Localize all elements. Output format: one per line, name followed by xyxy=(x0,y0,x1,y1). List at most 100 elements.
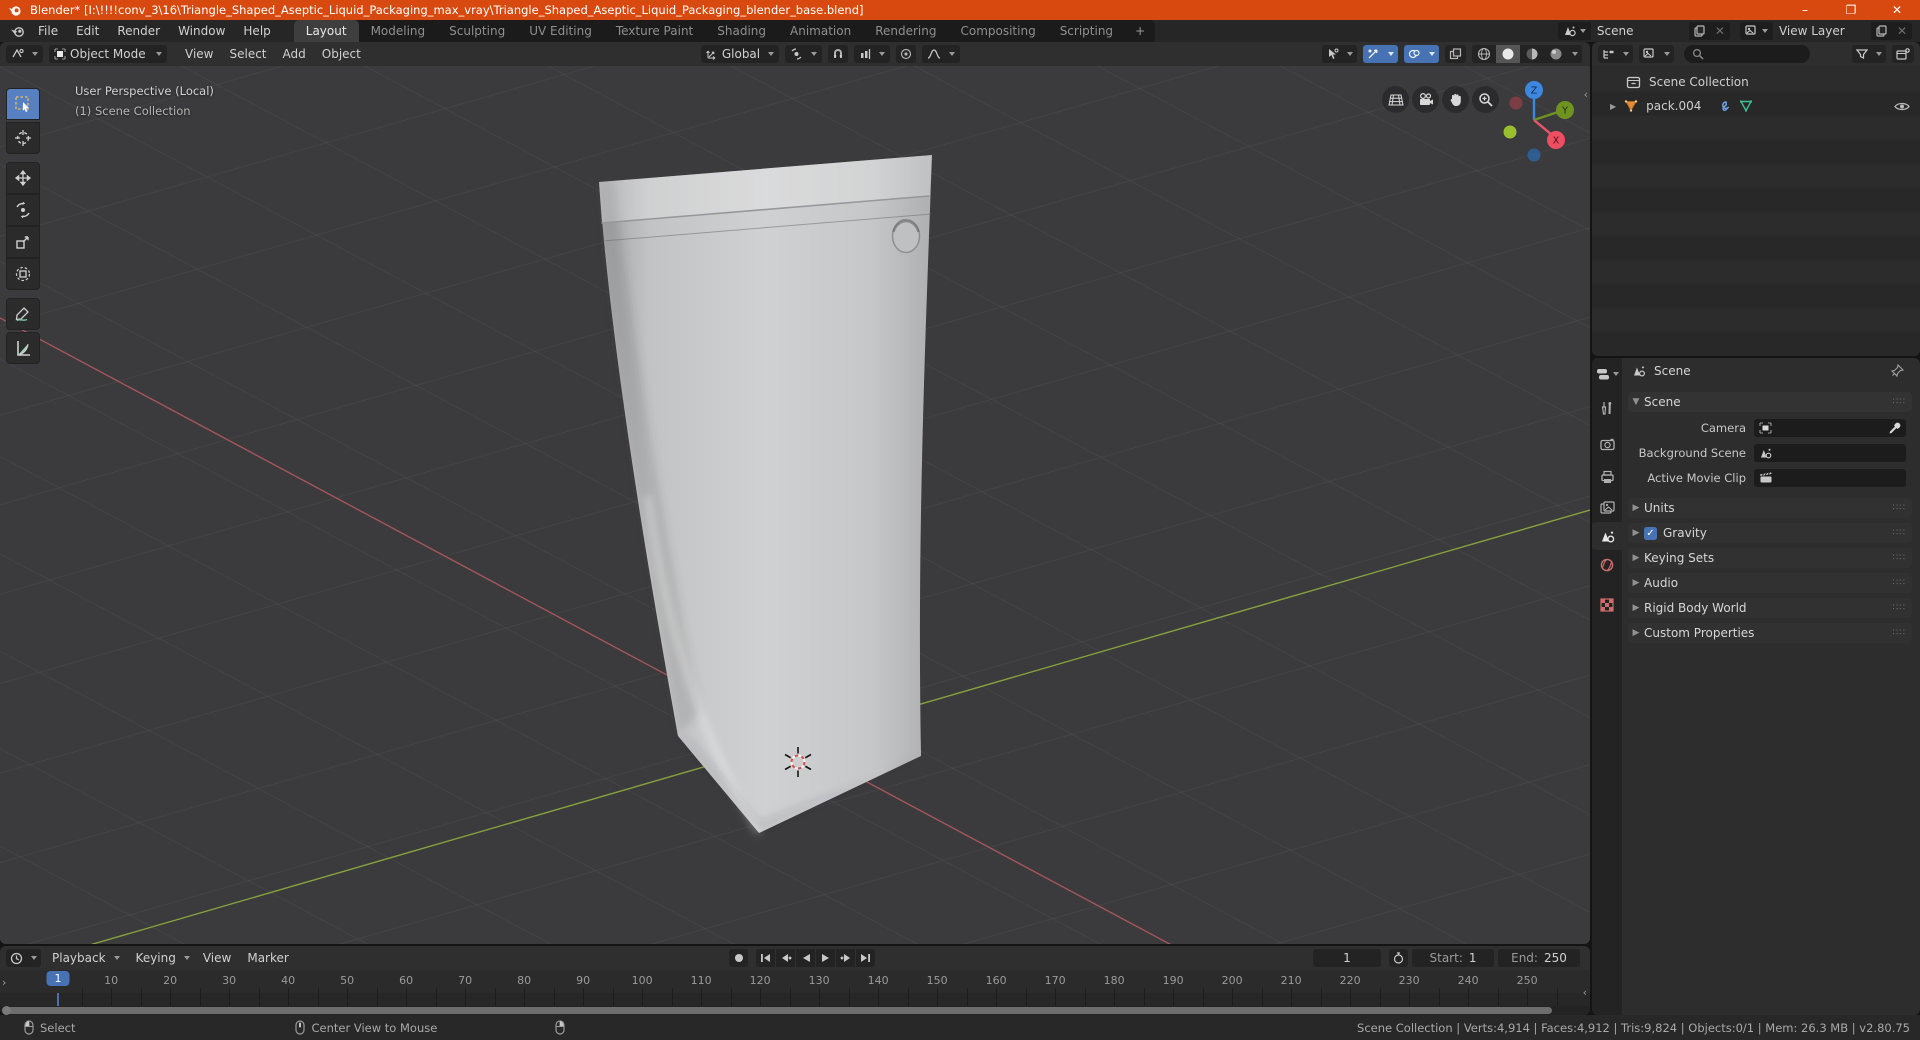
menu-file[interactable]: File xyxy=(29,20,67,42)
visibility-eye-icon[interactable] xyxy=(1894,101,1910,112)
navigation-gizmo[interactable]: Z Y X xyxy=(1490,74,1580,166)
mesh-data-icon[interactable] xyxy=(1739,100,1753,112)
current-frame-badge[interactable]: 1 xyxy=(46,971,70,986)
tool-transform[interactable] xyxy=(6,258,40,290)
camera-view-button[interactable] xyxy=(1412,86,1439,113)
pivot-point-dropdown[interactable] xyxy=(785,45,823,63)
tab-scripting[interactable]: Scripting xyxy=(1048,20,1125,42)
use-preview-range-button[interactable] xyxy=(1389,949,1408,967)
editor-type-button[interactable] xyxy=(6,45,43,63)
tab-texture[interactable] xyxy=(1592,591,1622,619)
modifier-wrench-icon[interactable] xyxy=(1717,100,1731,113)
outliner-filter-dropdown[interactable] xyxy=(1852,45,1886,63)
timeline-track-area[interactable] xyxy=(0,993,1590,1006)
expand-arrow-icon[interactable]: ▶ xyxy=(1610,102,1616,111)
tool-move[interactable] xyxy=(6,162,40,194)
outliner-row-pack-object[interactable]: ▶ pack.004 xyxy=(1592,94,1920,118)
tab-world[interactable] xyxy=(1592,551,1622,579)
outliner-search-input[interactable] xyxy=(1684,45,1810,63)
sidebar-expand-chevron[interactable]: ‹ xyxy=(1584,88,1588,101)
shading-dropdown[interactable] xyxy=(1568,45,1582,63)
tab-animation[interactable]: Animation xyxy=(778,20,863,42)
outliner-row-scene-collection[interactable]: Scene Collection xyxy=(1592,70,1920,94)
close-button[interactable]: ✕ xyxy=(1874,0,1920,20)
timeline-editor-type-button[interactable] xyxy=(6,949,41,967)
outliner-display-mode-dropdown[interactable] xyxy=(1639,45,1674,63)
viewport-menu-object[interactable]: Object xyxy=(314,47,369,61)
timeline-expand-chevron[interactable]: › xyxy=(2,976,6,989)
tool-rotate[interactable] xyxy=(6,194,40,226)
outliner-editor-type-button[interactable] xyxy=(1598,45,1633,63)
tab-view-layer[interactable] xyxy=(1592,493,1622,521)
add-workspace-button[interactable]: + xyxy=(1125,20,1155,42)
pan-view-button[interactable] xyxy=(1442,86,1469,113)
pin-icon[interactable] xyxy=(1891,364,1904,378)
transform-orientation-dropdown[interactable]: Global xyxy=(700,45,780,63)
start-frame-field[interactable]: Start: 1 xyxy=(1412,949,1494,967)
playback-menu[interactable]: Playback xyxy=(47,949,125,967)
new-collection-button[interactable] xyxy=(1892,45,1914,63)
snap-target-dropdown[interactable] xyxy=(854,45,891,63)
camera-field[interactable] xyxy=(1754,419,1906,437)
panel-audio[interactable]: ▶ Audio ∷∷ xyxy=(1628,573,1912,593)
snap-magnet-icon[interactable] xyxy=(828,45,849,63)
tab-layout[interactable]: Layout xyxy=(293,20,359,42)
scene-name-field[interactable]: Scene xyxy=(1590,22,1689,40)
timeline-scrollbar-knob[interactable] xyxy=(2,1006,11,1015)
panel-custom-properties[interactable]: ▶ Custom Properties ∷∷ xyxy=(1628,623,1912,643)
timeline-sidebar-chevron[interactable]: ‹ xyxy=(1583,986,1587,999)
auto-keying-button[interactable] xyxy=(729,949,748,967)
tab-texture-paint[interactable]: Texture Paint xyxy=(604,20,705,42)
new-scene-icon[interactable] xyxy=(1689,22,1710,40)
overlays-toggle[interactable] xyxy=(1404,45,1439,63)
menu-edit[interactable]: Edit xyxy=(67,20,108,42)
tool-cursor[interactable] xyxy=(6,122,40,154)
orthographic-toggle-button[interactable] xyxy=(1382,86,1409,113)
app-menu-blender-icon[interactable] xyxy=(10,25,25,38)
tab-sculpting[interactable]: Sculpting xyxy=(437,20,517,42)
menu-render[interactable]: Render xyxy=(108,20,169,42)
play-button[interactable] xyxy=(816,949,835,967)
tool-select-box[interactable] xyxy=(6,88,40,120)
eyedropper-icon[interactable] xyxy=(1888,422,1901,435)
keying-menu[interactable]: Keying xyxy=(131,949,195,967)
panel-keying-sets[interactable]: ▶ Keying Sets ∷∷ xyxy=(1628,548,1912,568)
unlink-view-layer-button[interactable]: ✕ xyxy=(1892,24,1912,38)
shading-material-button[interactable] xyxy=(1520,45,1544,63)
tab-output[interactable] xyxy=(1592,463,1622,491)
tab-uv-editing[interactable]: UV Editing xyxy=(517,20,604,42)
gizmos-toggle[interactable] xyxy=(1363,45,1398,63)
shading-rendered-button[interactable] xyxy=(1544,45,1568,63)
panel-rigid-body-world[interactable]: ▶ Rigid Body World ∷∷ xyxy=(1628,598,1912,618)
panel-gravity[interactable]: ▶ ✓ Gravity ∷∷ xyxy=(1628,523,1912,543)
new-view-layer-icon[interactable] xyxy=(1871,22,1892,40)
active-movie-clip-field[interactable] xyxy=(1754,469,1906,487)
tab-render[interactable] xyxy=(1592,430,1622,458)
maximize-button[interactable]: ❐ xyxy=(1828,0,1874,20)
unlink-scene-button[interactable]: ✕ xyxy=(1710,24,1730,38)
tab-modeling[interactable]: Modeling xyxy=(359,20,438,42)
viewport-menu-add[interactable]: Add xyxy=(275,47,314,61)
playhead-line[interactable] xyxy=(57,993,59,1006)
timeline-menu-view[interactable]: View xyxy=(195,951,239,965)
tab-scene[interactable] xyxy=(1592,522,1622,550)
view-layer-name-field[interactable]: View Layer xyxy=(1772,22,1871,40)
gravity-checkbox[interactable]: ✓ xyxy=(1644,526,1657,540)
shading-wireframe-button[interactable] xyxy=(1472,45,1496,63)
proportional-editing-toggle[interactable] xyxy=(896,45,917,63)
tool-scale[interactable] xyxy=(6,226,40,258)
prev-keyframe-button[interactable] xyxy=(776,949,795,967)
jump-to-start-button[interactable] xyxy=(756,949,775,967)
panel-scene-header[interactable]: ▼ Scene ∷∷ xyxy=(1628,392,1912,412)
timeline-scrollbar-thumb[interactable] xyxy=(4,1007,1552,1014)
show-object-types-dropdown[interactable] xyxy=(1322,45,1357,63)
timeline-scrollbar[interactable] xyxy=(0,1006,1590,1015)
viewport-canvas[interactable]: User Perspective (Local) (1) Scene Colle… xyxy=(0,66,1590,944)
tab-tool[interactable] xyxy=(1592,394,1622,422)
viewport-menu-select[interactable]: Select xyxy=(221,47,274,61)
view-layer-icon[interactable] xyxy=(1740,22,1773,40)
menu-help[interactable]: Help xyxy=(234,20,279,42)
end-frame-field[interactable]: End: 250 xyxy=(1498,949,1580,967)
timeline-ruler[interactable]: 1 10 20 30 40 50 60 70 80 90 100 110 120 130 140 150 16… xyxy=(0,970,1590,993)
tool-annotate[interactable] xyxy=(6,298,40,330)
